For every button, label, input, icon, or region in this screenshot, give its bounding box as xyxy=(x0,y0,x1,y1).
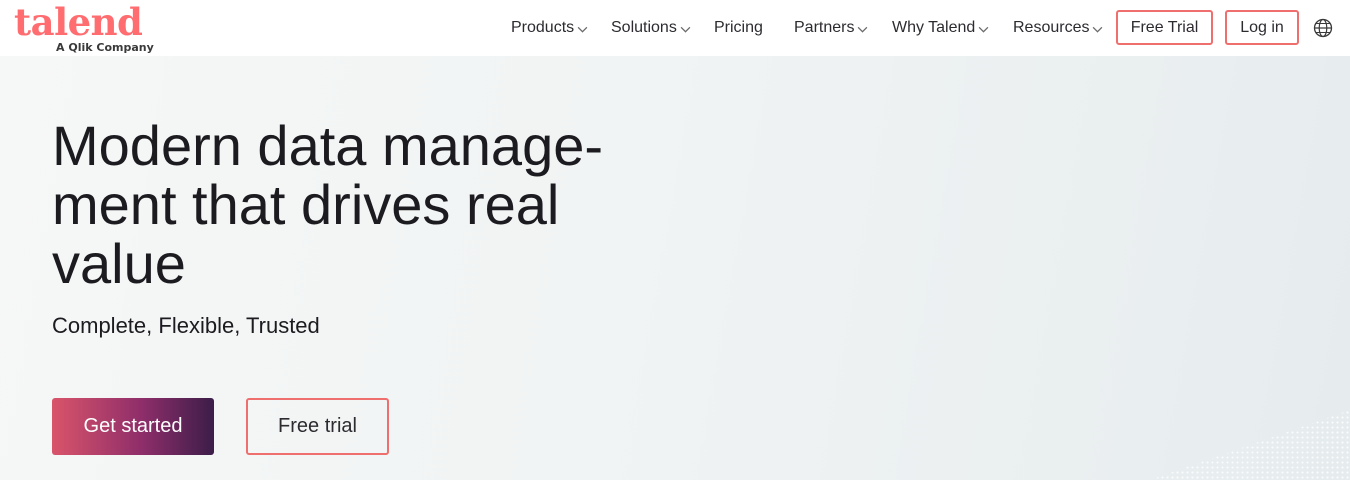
decorative-dot-pattern xyxy=(1150,410,1350,480)
nav-item-label: Products xyxy=(511,19,575,36)
logo-wordmark: talend xyxy=(14,0,143,44)
login-button[interactable]: Log in xyxy=(1225,10,1299,45)
get-started-button[interactable]: Get started xyxy=(52,398,214,455)
hero-title-line: ment that drives real xyxy=(52,173,560,236)
top-navigation-bar: talend A Qlik Company Products Solutions… xyxy=(0,0,1350,56)
nav-item-solutions[interactable]: Solutions xyxy=(611,17,691,39)
chevron-down-icon xyxy=(680,26,691,33)
nav-item-products[interactable]: Products xyxy=(511,17,588,39)
hero-title: Modern data manage- ment that drives rea… xyxy=(52,116,632,293)
free-trial-button[interactable]: Free Trial xyxy=(1116,10,1213,45)
nav-item-partners[interactable]: Partners xyxy=(794,17,868,39)
hero-title-line: value xyxy=(52,232,186,295)
nav-item-pricing[interactable]: Pricing xyxy=(714,17,763,39)
nav-item-label: Pricing xyxy=(714,19,763,36)
nav-item-label: Partners xyxy=(794,19,855,36)
nav-item-resources[interactable]: Resources xyxy=(1013,17,1103,39)
chevron-down-icon xyxy=(978,26,989,33)
chevron-down-icon xyxy=(1093,26,1103,33)
talend-logo[interactable]: talend A Qlik Company xyxy=(14,2,154,54)
chevron-down-icon xyxy=(858,26,868,33)
nav-item-label: Why Talend xyxy=(892,19,976,36)
nav-item-label: Solutions xyxy=(611,19,677,36)
logo-tagline: A Qlik Company xyxy=(56,41,154,54)
nav-item-label: Resources xyxy=(1013,19,1090,36)
chevron-down-icon xyxy=(577,26,588,33)
hero-subtitle: Complete, Flexible, Trusted xyxy=(52,313,320,338)
hero-title-line: Modern data manage- xyxy=(52,114,604,177)
free-trial-cta-button[interactable]: Free trial xyxy=(246,398,389,455)
nav-item-why-talend[interactable]: Why Talend xyxy=(892,17,989,39)
globe-icon[interactable] xyxy=(1313,18,1333,38)
